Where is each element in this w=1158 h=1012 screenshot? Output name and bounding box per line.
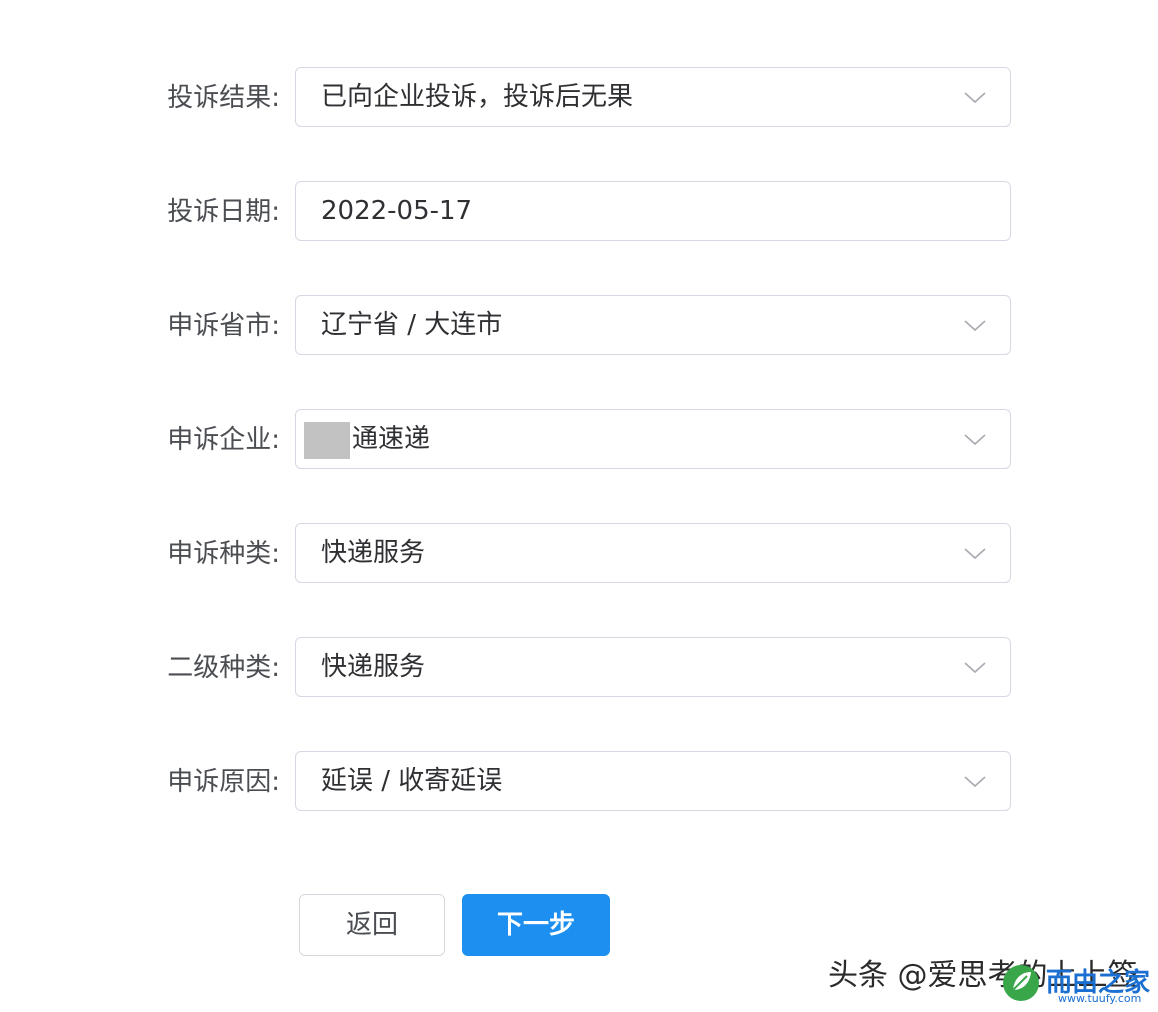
complaint-result-label: 投诉结果:: [167, 83, 280, 113]
complaint-result-select[interactable]: 已向企业投诉，投诉后无果: [295, 67, 1011, 127]
complaint-category-select[interactable]: 快递服务: [295, 523, 1011, 583]
form-row-complaint-category: 申诉种类: 快递服务: [0, 523, 1158, 585]
province-city-cascader[interactable]: 辽宁省 / 大连市: [295, 295, 1011, 355]
form-row-complaint-reason: 申诉原因: 延误 / 收寄延误: [0, 751, 1158, 813]
complaint-reason-label: 申诉原因:: [167, 767, 280, 797]
chevron-down-icon: [964, 92, 986, 104]
complaint-date-value: 2022-05-17: [321, 196, 473, 226]
subcategory-select[interactable]: 快递服务: [295, 637, 1011, 697]
complaint-reason-value: 延误 / 收寄延误: [321, 766, 503, 796]
site-logo-url: www.tuufy.com: [1058, 992, 1142, 1005]
back-button[interactable]: 返回: [299, 894, 445, 956]
complaint-category-label: 申诉种类:: [167, 539, 280, 569]
complaint-result-value: 已向企业投诉，投诉后无果: [321, 82, 634, 112]
company-value: 通速递: [352, 424, 431, 454]
province-city-label: 申诉省市:: [167, 311, 280, 341]
chevron-down-icon: [964, 662, 986, 674]
complaint-form: 投诉结果: 已向企业投诉，投诉后无果 投诉日期: 2022-05-17 申诉省市…: [0, 0, 1158, 1012]
form-row-complaint-result: 投诉结果: 已向企业投诉，投诉后无果: [0, 67, 1158, 129]
chevron-down-icon: [964, 548, 986, 560]
chevron-down-icon: [964, 320, 986, 332]
province-city-value: 辽宁省 / 大连市: [321, 310, 503, 340]
form-row-subcategory: 二级种类: 快递服务: [0, 637, 1158, 699]
complaint-category-value: 快递服务: [321, 538, 426, 568]
site-logo: 而由之家 www.tuufy.com: [1000, 958, 1150, 1008]
subcategory-label: 二级种类:: [167, 653, 280, 683]
redaction-block: [304, 422, 350, 459]
form-row-province-city: 申诉省市: 辽宁省 / 大连市: [0, 295, 1158, 357]
form-row-complaint-date: 投诉日期: 2022-05-17: [0, 181, 1158, 243]
chevron-down-icon: [964, 434, 986, 446]
company-select[interactable]: 通速递: [295, 409, 1011, 469]
next-step-button[interactable]: 下一步: [462, 894, 610, 956]
subcategory-value: 快递服务: [321, 652, 426, 682]
complaint-date-label: 投诉日期:: [167, 197, 280, 227]
complaint-date-input[interactable]: 2022-05-17: [295, 181, 1011, 241]
company-label: 申诉企业:: [167, 425, 280, 455]
chevron-down-icon: [964, 776, 986, 788]
leaf-logo-icon: [1003, 965, 1039, 1001]
form-row-company: 申诉企业: 通速递: [0, 409, 1158, 471]
complaint-reason-cascader[interactable]: 延误 / 收寄延误: [295, 751, 1011, 811]
